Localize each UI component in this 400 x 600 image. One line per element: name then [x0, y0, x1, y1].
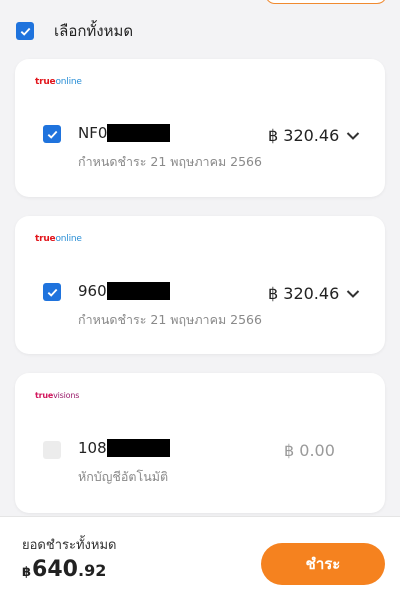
bill-amount: ฿ 320.46	[268, 126, 340, 145]
bill-amount: ฿ 0.00	[284, 441, 335, 460]
due-date: กำหนดชำระ 21 พฤษภาคม 2566	[78, 312, 262, 327]
currency-symbol: ฿	[22, 565, 32, 580]
due-date: กำหนดชำระ 21 พฤษภาคม 2566	[78, 154, 262, 169]
true-visions-logo: truevisions	[35, 391, 80, 400]
check-icon	[20, 27, 30, 36]
pay-button[interactable]: ชำระ	[261, 543, 385, 585]
select-all-row[interactable]: เลือกทั้งหมด	[16, 19, 133, 43]
chevron-down-icon[interactable]	[346, 289, 360, 299]
select-all-label: เลือกทั้งหมด	[54, 22, 134, 40]
bill-card: trueonline NF0 กำหนดชำระ 21 พฤษภาคม 2566…	[15, 59, 385, 197]
payment-footer: ยอดชำระทั้งหมด ฿ 640 .92 ชำระ	[0, 516, 400, 600]
total-label: ยอดชำระทั้งหมด	[22, 538, 117, 553]
bill-card: trueonline 960 กำหนดชำระ 21 พฤษภาคม 2566…	[15, 216, 385, 354]
select-all-checkbox[interactable]	[16, 22, 34, 40]
account-number: 960	[78, 282, 170, 300]
chevron-down-icon[interactable]	[346, 131, 360, 141]
redacted-block	[106, 282, 170, 300]
top-button-partial[interactable]	[265, 0, 387, 4]
bill-checkbox[interactable]	[43, 125, 61, 143]
redacted-block	[107, 124, 171, 142]
bill-payment-screen: เลือกทั้งหมด trueonline NF0 กำหนดชำระ 21…	[0, 0, 400, 600]
bill-amount: ฿ 320.46	[268, 284, 340, 303]
auto-debit-label: หักบัญชีอัตโนมัติ	[78, 469, 169, 484]
check-icon	[47, 288, 57, 297]
bill-checkbox[interactable]	[43, 283, 61, 301]
account-number: 108	[78, 439, 170, 457]
total-amount: ฿ 640 .92	[22, 557, 106, 582]
true-online-logo: trueonline	[35, 234, 82, 244]
bill-checkbox[interactable]	[43, 441, 61, 459]
check-icon	[47, 130, 57, 139]
redacted-block	[106, 439, 170, 457]
account-number: NF0	[78, 124, 171, 142]
total-integer: 640	[32, 557, 78, 582]
bill-card: truevisions 108 หักบัญชีอัตโนมัติ ฿ 0.00	[15, 373, 385, 513]
true-online-logo: trueonline	[35, 77, 82, 87]
total-decimal: .92	[77, 561, 107, 580]
